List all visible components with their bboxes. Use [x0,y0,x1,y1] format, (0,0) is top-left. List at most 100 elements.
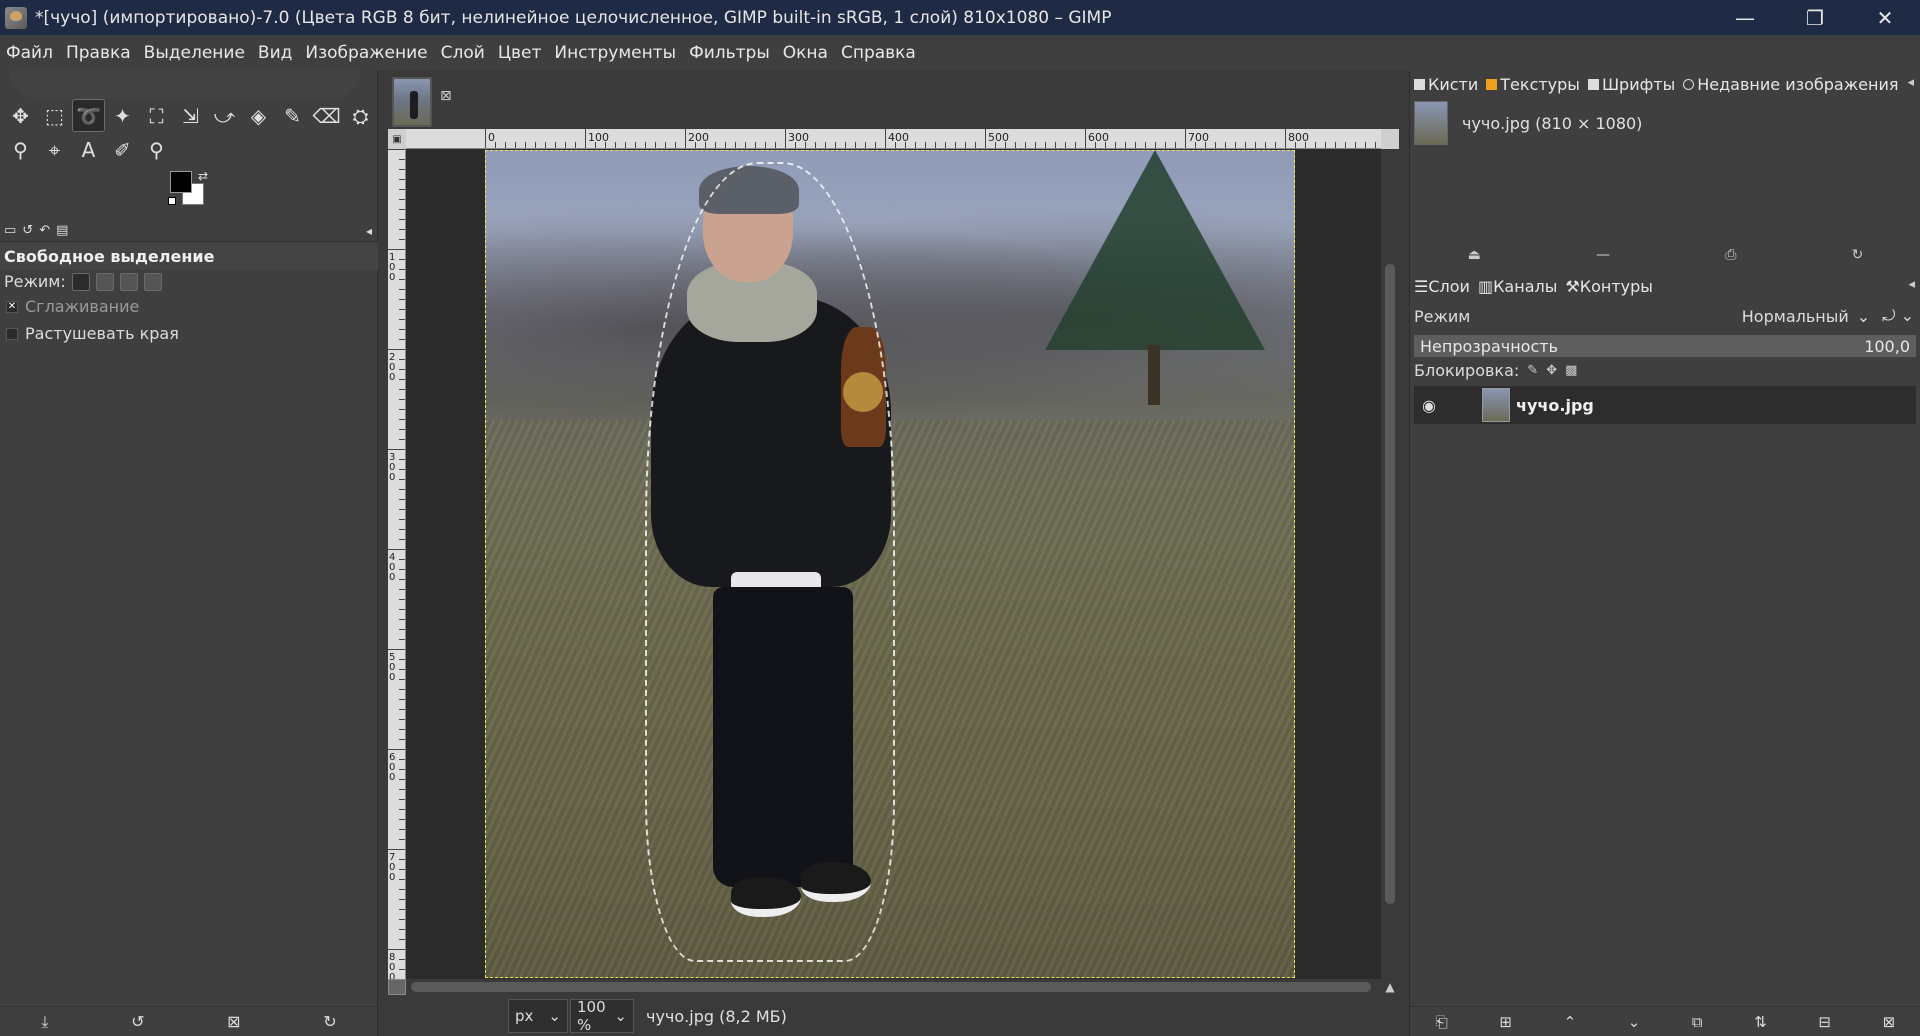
tab-fonts[interactable]: Шрифты [1587,75,1675,94]
maximize-button[interactable]: ❐ [1780,0,1850,35]
menu-colors[interactable]: Цвет [498,43,542,63]
opacity-slider[interactable]: Непрозрачность 100,0 [1414,335,1916,357]
print-icon[interactable]: ⎙ [1725,247,1736,263]
canvas-viewport[interactable] [406,149,1381,979]
rect-select-tool-icon[interactable]: ⬚ [38,99,71,132]
delete-options-icon[interactable]: ⊠ [227,1012,240,1031]
new-layer-icon[interactable]: ⎗ [1436,1013,1448,1031]
quick-mask-corner[interactable]: ▣ [388,129,406,149]
composite-mode-icon[interactable]: ⤾ ⌄ [1882,306,1914,326]
swap-colors-icon[interactable]: ⇄ [198,169,208,183]
color-picker-tool-icon[interactable]: ✐ [106,133,139,166]
tab-layers[interactable]: ☰ Слои [1414,277,1470,296]
foreground-color[interactable] [170,171,192,193]
raise-layer-icon[interactable]: ⌃ [1564,1013,1577,1031]
feather-checkbox[interactable] [6,327,18,340]
antialias-checkbox[interactable]: ✕ [6,300,18,313]
mode-subtract-button[interactable] [119,272,138,291]
close-button[interactable]: ✕ [1850,0,1920,35]
zoom-tool-icon[interactable]: ⚲ [140,133,173,166]
new-group-icon[interactable]: ⊞ [1499,1013,1512,1031]
mode-intersect-button[interactable] [143,272,162,291]
crop-tool-icon[interactable]: ⛶ [140,99,173,132]
tab-patterns[interactable]: Текстуры [1486,75,1580,94]
delete-layer-icon[interactable]: ⊠ [1883,1013,1896,1031]
fuzzy-select-tool-icon[interactable]: ✦ [106,99,139,132]
paintbrush-tool-icon[interactable]: ✎ [276,99,309,132]
remove-entry-icon[interactable]: — [1596,247,1610,263]
vertical-scrollbar[interactable] [1381,149,1399,979]
tab-tool-options-icon[interactable]: ▭ [4,223,16,238]
image-tab-thumbnail[interactable] [392,77,432,127]
lock-alpha-icon[interactable]: ▩ [1565,363,1577,378]
mode-replace-button[interactable] [71,272,90,291]
feather-option[interactable]: Растушевать края [0,320,378,347]
menu-select[interactable]: Выделение [144,43,245,63]
merge-layer-icon[interactable]: ⇅ [1754,1013,1767,1031]
bucket-fill-tool-icon[interactable]: ◈ [242,99,275,132]
move-tool-icon[interactable]: ✥ [4,99,37,132]
tab-recent-images[interactable]: Недавние изображения [1683,75,1898,94]
horizontal-scrollbar[interactable] [406,979,1381,995]
ruler-tick [545,142,546,148]
eraser-tool-icon[interactable]: ⌫ [310,99,343,132]
tab-brushes[interactable]: Кисти [1414,75,1478,94]
menu-file[interactable]: Файл [6,43,53,63]
horizontal-ruler[interactable]: 0 100 200 300 400 500 600 700 800 [406,129,1381,149]
lower-layer-icon[interactable]: ⌄ [1628,1013,1641,1031]
tab-device-status-icon[interactable]: ↺ [22,223,33,238]
restore-options-icon[interactable]: ↺ [131,1012,144,1031]
open-image-icon[interactable]: ⏏ [1468,247,1481,263]
duplicate-layer-icon[interactable]: ⧉ [1692,1013,1703,1031]
menu-windows[interactable]: Окна [783,43,828,63]
configure-tab-icon[interactable]: ◂ [1908,277,1915,292]
list-item[interactable]: чучо.jpg (810 × 1080) [1414,101,1914,145]
menu-image[interactable]: Изображение [305,43,427,63]
text-tool-icon[interactable]: A [72,133,105,166]
default-colors-icon[interactable] [168,197,176,205]
zoom-select[interactable]: 100 % ⌄ [570,998,634,1034]
tab-undo-history-icon[interactable]: ↶ [39,223,50,238]
warp-transform-tool-icon[interactable]: ⤻ [208,99,241,132]
tab-paths[interactable]: ⚒ Контуры [1565,277,1653,296]
navigate-icon[interactable]: ▲ [1381,979,1399,995]
configure-tab-icon[interactable]: ◂ [1907,75,1914,90]
save-options-icon[interactable]: ⤓ [41,1012,48,1032]
menu-view[interactable]: Вид [258,43,292,63]
refresh-icon[interactable]: ↻ [1852,247,1864,263]
mode-add-button[interactable] [95,272,114,291]
lock-position-icon[interactable]: ✥ [1546,363,1557,378]
smudge-tool-icon[interactable]: ⚲ [4,133,37,166]
vertical-scroll-thumb[interactable] [1385,264,1395,904]
visibility-eye-icon[interactable]: ◉ [1422,396,1444,415]
layer-mask-icon[interactable]: ⊟ [1818,1013,1831,1031]
unit-select[interactable]: px ⌄ [508,999,568,1033]
close-image-tab-icon[interactable]: ⊠ [440,88,452,104]
minimize-button[interactable]: — [1710,0,1780,35]
paths-tool-icon[interactable]: ⌖ [38,133,71,166]
lock-pixels-icon[interactable]: ✎ [1527,363,1538,378]
reset-options-icon[interactable]: ↻ [323,1012,336,1031]
unified-transform-tool-icon[interactable]: ⇲ [174,99,207,132]
menu-layer[interactable]: Слой [441,43,485,63]
tab-channels[interactable]: ▥ Каналы [1478,277,1557,296]
menu-filters[interactable]: Фильтры [689,43,770,63]
layer-mode-select[interactable]: Нормальный ⌄ ⤾ ⌄ [1742,306,1914,326]
tab-images-icon[interactable]: ▤ [56,223,68,238]
clone-tool-icon[interactable]: ⛭ [344,99,377,132]
antialias-option[interactable]: ✕ Сглаживание [0,293,378,320]
vertical-ruler[interactable]: 100200300400500600700800900 [388,149,406,979]
image-canvas[interactable] [485,150,1295,978]
quick-mask-toggle[interactable] [388,979,406,995]
ruler-tick [685,129,686,148]
menu-edit[interactable]: Правка [66,43,131,63]
mode-label: Режим: [4,272,66,291]
zoom-toggle-corner[interactable] [1381,129,1399,149]
menu-help[interactable]: Справка [841,43,916,63]
layer-row[interactable]: ◉ чучо.jpg [1414,386,1916,424]
free-select-tool-icon[interactable]: ➰ [72,99,105,132]
horizontal-scroll-thumb[interactable] [411,982,1371,992]
zoom-value: 100 % [577,998,606,1034]
configure-tab-icon[interactable]: ◂ [366,224,372,238]
menu-tools[interactable]: Инструменты [554,43,676,63]
